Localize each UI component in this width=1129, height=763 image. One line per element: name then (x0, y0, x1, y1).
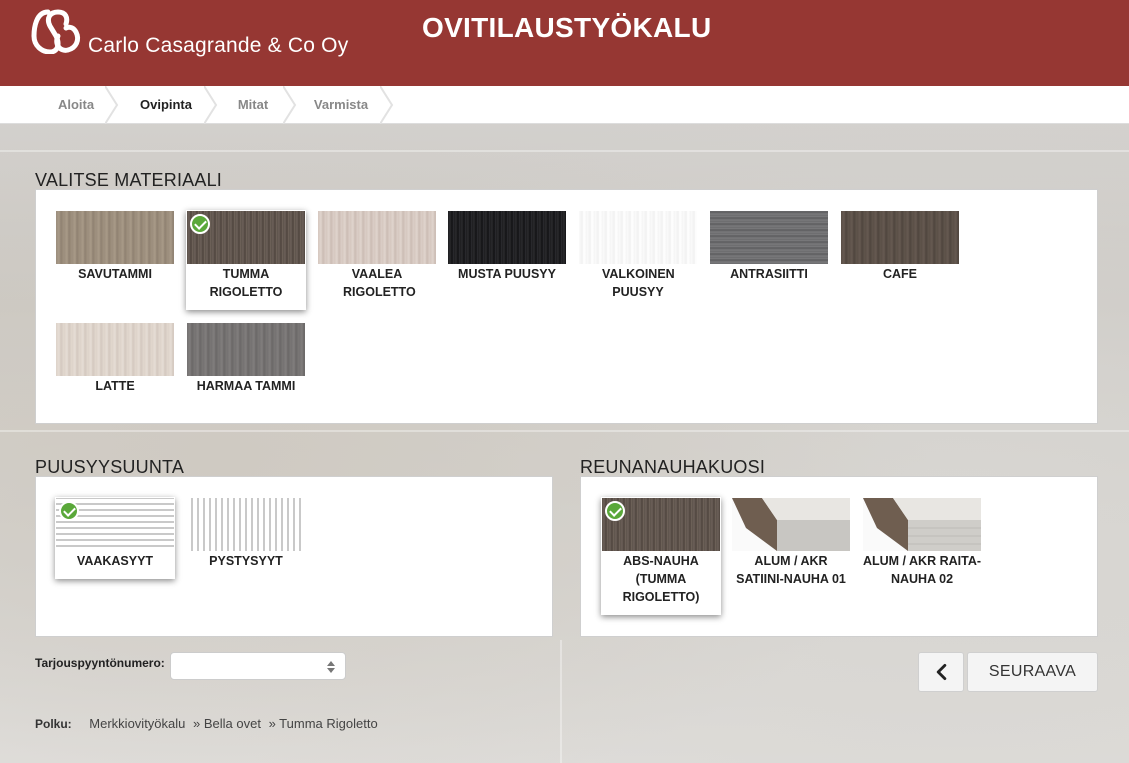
step-varmista[interactable]: Varmista (300, 86, 382, 124)
material-vaalea-rigoletto[interactable]: VAALEA RIGOLETTO (317, 210, 437, 310)
swatch-vertical-lines (187, 498, 305, 551)
next-button[interactable]: SEURAAVA (967, 652, 1098, 692)
material-tumma-rigoletto[interactable]: TUMMA RIGOLETTO (186, 210, 306, 310)
edge-panel: ABS-NAUHA (TUMMA RIGOLETTO) ALUM / AKR S… (580, 476, 1098, 637)
company-logo-icon (31, 9, 81, 54)
back-button[interactable] (918, 652, 964, 692)
check-icon (59, 501, 79, 521)
material-harmaa-tammi[interactable]: HARMAA TAMMI (186, 322, 306, 402)
app-header: Carlo Casagrande & Co Oy OVITILAUSTYÖKAL… (0, 0, 1129, 86)
edge-title: REUNANAUHAKUOSI (580, 457, 766, 477)
swatch-antrasiitti (710, 211, 828, 264)
grain-panel: VAAKASYYT PYSTYSYYT (35, 476, 553, 637)
edge-label: ALUM / AKR SATIINI-NAUHA 01 (736, 554, 846, 586)
check-icon (190, 214, 210, 234)
material-antrasiitti[interactable]: ANTRASIITTI (709, 210, 829, 290)
material-valkoinen-puusyy[interactable]: VALKOINEN PUUSYY (578, 210, 698, 310)
material-cafe[interactable]: CAFE (840, 210, 960, 290)
material-label: VALKOINEN PUUSYY (602, 267, 675, 299)
offer-number-label: Tarjouspyyntönumero: (35, 656, 165, 670)
path-crumb[interactable]: » Bella ovet (193, 716, 261, 731)
material-savutammi[interactable]: SAVUTAMMI (55, 210, 175, 290)
swatch-satiini-nauha (732, 498, 850, 551)
material-label: LATTE (95, 379, 135, 393)
chevron-left-icon (936, 663, 947, 681)
swatch-savutammi (56, 211, 174, 264)
background-detail (0, 430, 1129, 432)
step-ovipinta[interactable]: Ovipinta (120, 86, 212, 124)
material-latte[interactable]: LATTE (55, 322, 175, 402)
grain-label: PYSTYSYYT (209, 554, 283, 568)
path-breadcrumb: Polku: Merkkiovityökalu » Bella ovet » T… (35, 716, 378, 731)
check-icon (605, 501, 625, 521)
material-label: SAVUTAMMI (78, 267, 152, 281)
swatch-valkoinen-puusyy (579, 211, 697, 264)
swatch-vaalea-rigoletto (318, 211, 436, 264)
background-detail (0, 150, 1129, 152)
material-label: VAALEA RIGOLETTO (343, 267, 416, 299)
chevron-right-icon (204, 86, 218, 124)
grain-label: VAAKASYYT (76, 554, 154, 568)
edge-label: ALUM / AKR RAITA-NAUHA 02 (862, 554, 982, 586)
step-mitat[interactable]: Mitat (220, 86, 286, 124)
swatch-cafe (841, 211, 959, 264)
number-spinner-icon[interactable] (327, 661, 335, 673)
step-aloita[interactable]: Aloita (40, 86, 112, 124)
company-name: Carlo Casagrande & Co Oy (88, 34, 349, 57)
swatch-raita-nauha (863, 498, 981, 551)
offer-number-input[interactable] (170, 652, 346, 680)
material-label: TUMMA RIGOLETTO (209, 267, 283, 299)
edge-raita-nauha[interactable]: ALUM / AKR RAITA-NAUHA 02 (862, 497, 982, 597)
edge-label: ABS-NAUHA (TUMMA RIGOLETTO) (622, 554, 700, 604)
grain-vaakasyyt[interactable]: VAAKASYYT (55, 497, 175, 579)
swatch-latte (56, 323, 174, 376)
edge-abs-nauha[interactable]: ABS-NAUHA (TUMMA RIGOLETTO) (601, 497, 721, 615)
material-label: CAFE (882, 267, 918, 281)
material-label: HARMAA TAMMI (196, 379, 296, 393)
chevron-right-icon (380, 86, 394, 124)
material-musta-puusyy[interactable]: MUSTA PUUSYY (447, 210, 567, 290)
material-label: MUSTA PUUSYY (458, 267, 556, 281)
chevron-right-icon (105, 86, 119, 124)
swatch-harmaa-tammi (187, 323, 305, 376)
path-label: Polku: (35, 717, 72, 731)
swatch-musta-puusyy (448, 211, 566, 264)
path-crumb[interactable]: Merkkiovityökalu (89, 716, 185, 731)
material-panel: SAVUTAMMI TUMMA RIGOLETTO VAALEA RIGOLET… (35, 189, 1098, 424)
background-detail (560, 640, 562, 763)
edge-satiini-nauha[interactable]: ALUM / AKR SATIINI-NAUHA 01 (731, 497, 851, 597)
material-title: VALITSE MATERIAALI (35, 170, 222, 190)
chevron-right-icon (283, 86, 297, 124)
material-label: ANTRASIITTI (730, 267, 808, 281)
grain-pystysyyt[interactable]: PYSTYSYYT (186, 497, 306, 577)
page-title: OVITILAUSTYÖKALU (422, 12, 712, 43)
path-crumb[interactable]: » Tumma Rigoletto (269, 716, 378, 731)
grain-title: PUUSYYSUUNTA (35, 457, 185, 477)
step-breadcrumb: Aloita Ovipinta Mitat Varmista (0, 86, 1129, 124)
